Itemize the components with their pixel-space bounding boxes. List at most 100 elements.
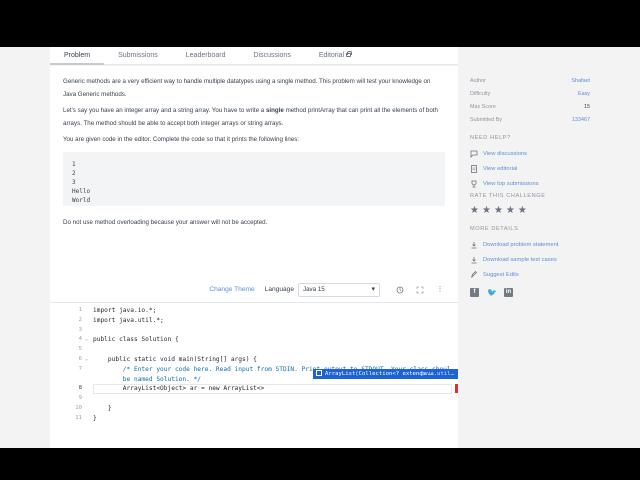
code-editor: Change Theme Language Java 15 ⋮ 1 import …: [50, 277, 458, 448]
twitter-icon[interactable]: 🐦: [487, 288, 497, 297]
need-help-heading: NEED HELP?: [470, 135, 511, 141]
sample-line: Hello: [72, 188, 91, 195]
problem-emphasis-single: single: [265, 107, 284, 114]
tab-problem[interactable]: Problem: [50, 47, 105, 65]
history-icon[interactable]: [396, 286, 404, 294]
sidebar: Author Shafaet Difficulty Easy Max Score 15…: [470, 47, 590, 297]
code-text: public static void main(String[] args) {: [93, 355, 257, 363]
line-number: 3: [78, 326, 82, 333]
page-content: Problem Submissions Leaderboard Discussi…: [0, 47, 640, 448]
download-icon: [470, 241, 478, 249]
code-line: 3: [50, 326, 458, 336]
line-number: 4: [78, 336, 82, 343]
fold-chevron-icon[interactable]: ⌄: [85, 335, 88, 345]
download-sample-tests-label: Download sample test cases: [483, 256, 557, 263]
code-line: 10 }: [50, 404, 458, 414]
view-discussions-label: View discussions: [483, 150, 528, 157]
author-link[interactable]: Shafaet: [571, 75, 590, 88]
chat-icon: [470, 150, 478, 158]
difficulty-value: Easy: [578, 91, 590, 97]
download-sample-tests-link[interactable]: Download sample test cases: [470, 252, 590, 267]
lock-icon: [346, 51, 353, 57]
error-marker: [455, 384, 458, 394]
problem-statement: Generic methods are a very efficient way…: [50, 66, 458, 298]
autocomplete-text: ArrayList(Collection<? extends …: [325, 371, 433, 377]
facebook-icon[interactable]: f: [470, 288, 479, 297]
view-discussions-link[interactable]: View discussions: [470, 146, 590, 161]
code-line: 6 ⌄ public static void main(String[] args…: [50, 355, 458, 365]
code-line: 11}: [50, 414, 458, 424]
view-top-submissions-link[interactable]: View top submissions: [470, 176, 590, 191]
meta-max-score: Max Score 15: [470, 101, 590, 114]
problem-paragraph-2-a: Let's say you have an integer array and …: [63, 107, 266, 114]
problem-paragraph-3: You are given code in the editor. Comple…: [63, 136, 300, 143]
more-details-heading: MORE DETAILS: [470, 226, 519, 232]
code-line: 5: [50, 345, 458, 355]
problem-paragraph-1: Generic methods are a very efficient way…: [63, 78, 431, 98]
tab-discussions[interactable]: Discussions: [239, 47, 304, 64]
download-icon: [470, 256, 478, 264]
code-text: import java.util.*;: [93, 316, 164, 324]
code-text: }: [93, 404, 112, 412]
change-theme-button[interactable]: Change Theme: [209, 286, 254, 293]
star-icon[interactable]: ★: [470, 206, 479, 216]
code-text: import java.io.*;: [93, 307, 157, 314]
download-problem-statement-link[interactable]: Download problem statement: [470, 237, 590, 252]
code-line: 1 import java.io.*;: [50, 306, 458, 316]
line-number: 11: [75, 414, 82, 421]
meta-author: Author Shafaet: [470, 75, 590, 88]
meta-key: Max Score: [470, 104, 496, 110]
rating-stars[interactable]: ★ ★ ★ ★ ★: [470, 204, 590, 218]
meta-key: Difficulty: [470, 91, 491, 97]
language-select[interactable]: Java 15: [298, 282, 380, 297]
code-text: }: [93, 414, 97, 422]
linkedin-icon[interactable]: in: [504, 288, 513, 297]
fold-chevron-icon[interactable]: ⌄: [85, 355, 88, 365]
tab-bar: Problem Submissions Leaderboard Discussi…: [50, 47, 458, 65]
social-links: f 🐦 in: [470, 288, 590, 297]
meta-difficulty: Difficulty Easy: [470, 88, 590, 101]
fullscreen-icon[interactable]: [416, 286, 424, 294]
submitted-by-link[interactable]: 133467: [572, 114, 590, 127]
language-value: Java 15: [303, 285, 325, 293]
view-editorial-link[interactable]: View editorial: [470, 161, 590, 176]
screen: Problem Submissions Leaderboard Discussi…: [0, 0, 640, 480]
star-icon[interactable]: ★: [482, 206, 491, 216]
problem-paragraph-4: Do not use method overloading because yo…: [63, 219, 268, 226]
autocomplete-suggestion[interactable]: ArrayList(Collection<? extends … java.ut…: [313, 369, 458, 379]
sample-output: 1 2 3 Hello World: [63, 152, 445, 206]
sample-line: World: [72, 197, 91, 204]
editor-toolbar: Change Theme Language Java 15 ⋮: [50, 277, 458, 303]
problem-paragraph-2: Let's say you have an integer array and …: [63, 104, 445, 130]
code-comment: be named Solution. */: [93, 375, 202, 383]
tab-leaderboard[interactable]: Leaderboard: [172, 47, 240, 64]
pencil-icon: [470, 270, 478, 279]
max-score-value: 15: [584, 104, 590, 110]
star-icon[interactable]: ★: [518, 206, 527, 216]
line-number: 9: [78, 395, 82, 402]
autocomplete-type: java.util…: [420, 371, 454, 377]
line-number: 8: [78, 385, 82, 392]
sample-line: 2: [72, 170, 76, 177]
meta-submitted-by: Submitted By 133467: [470, 114, 590, 127]
code-line: 9: [50, 394, 458, 404]
code-text: ArrayList<Object> ar = new ArrayList<>: [93, 385, 265, 393]
code-area[interactable]: 1 import java.io.*; 2 import java.util.*; …: [50, 303, 458, 424]
line-number: 1: [78, 307, 82, 313]
tab-editorial[interactable]: Editorial: [305, 47, 365, 64]
language-label: Language: [264, 286, 294, 293]
line-number: 6: [78, 355, 82, 362]
star-icon[interactable]: ★: [506, 206, 515, 216]
suggest-edits-link[interactable]: Suggest Edits: [470, 267, 590, 282]
line-number: 2: [78, 316, 82, 323]
document-icon: [470, 164, 478, 173]
tab-submissions[interactable]: Submissions: [104, 47, 172, 64]
meta-key: Author: [470, 78, 486, 84]
code-line: 2 import java.util.*;: [50, 316, 458, 326]
rate-heading: RATE THIS CHALLENGE: [470, 193, 546, 199]
tab-editorial-label: Editorial: [318, 52, 345, 59]
meta-key: Submitted By: [470, 117, 503, 123]
star-icon[interactable]: ★: [494, 206, 503, 216]
more-options-icon[interactable]: ⋮: [436, 286, 444, 294]
view-top-submissions-label: View top submissions: [483, 180, 539, 187]
